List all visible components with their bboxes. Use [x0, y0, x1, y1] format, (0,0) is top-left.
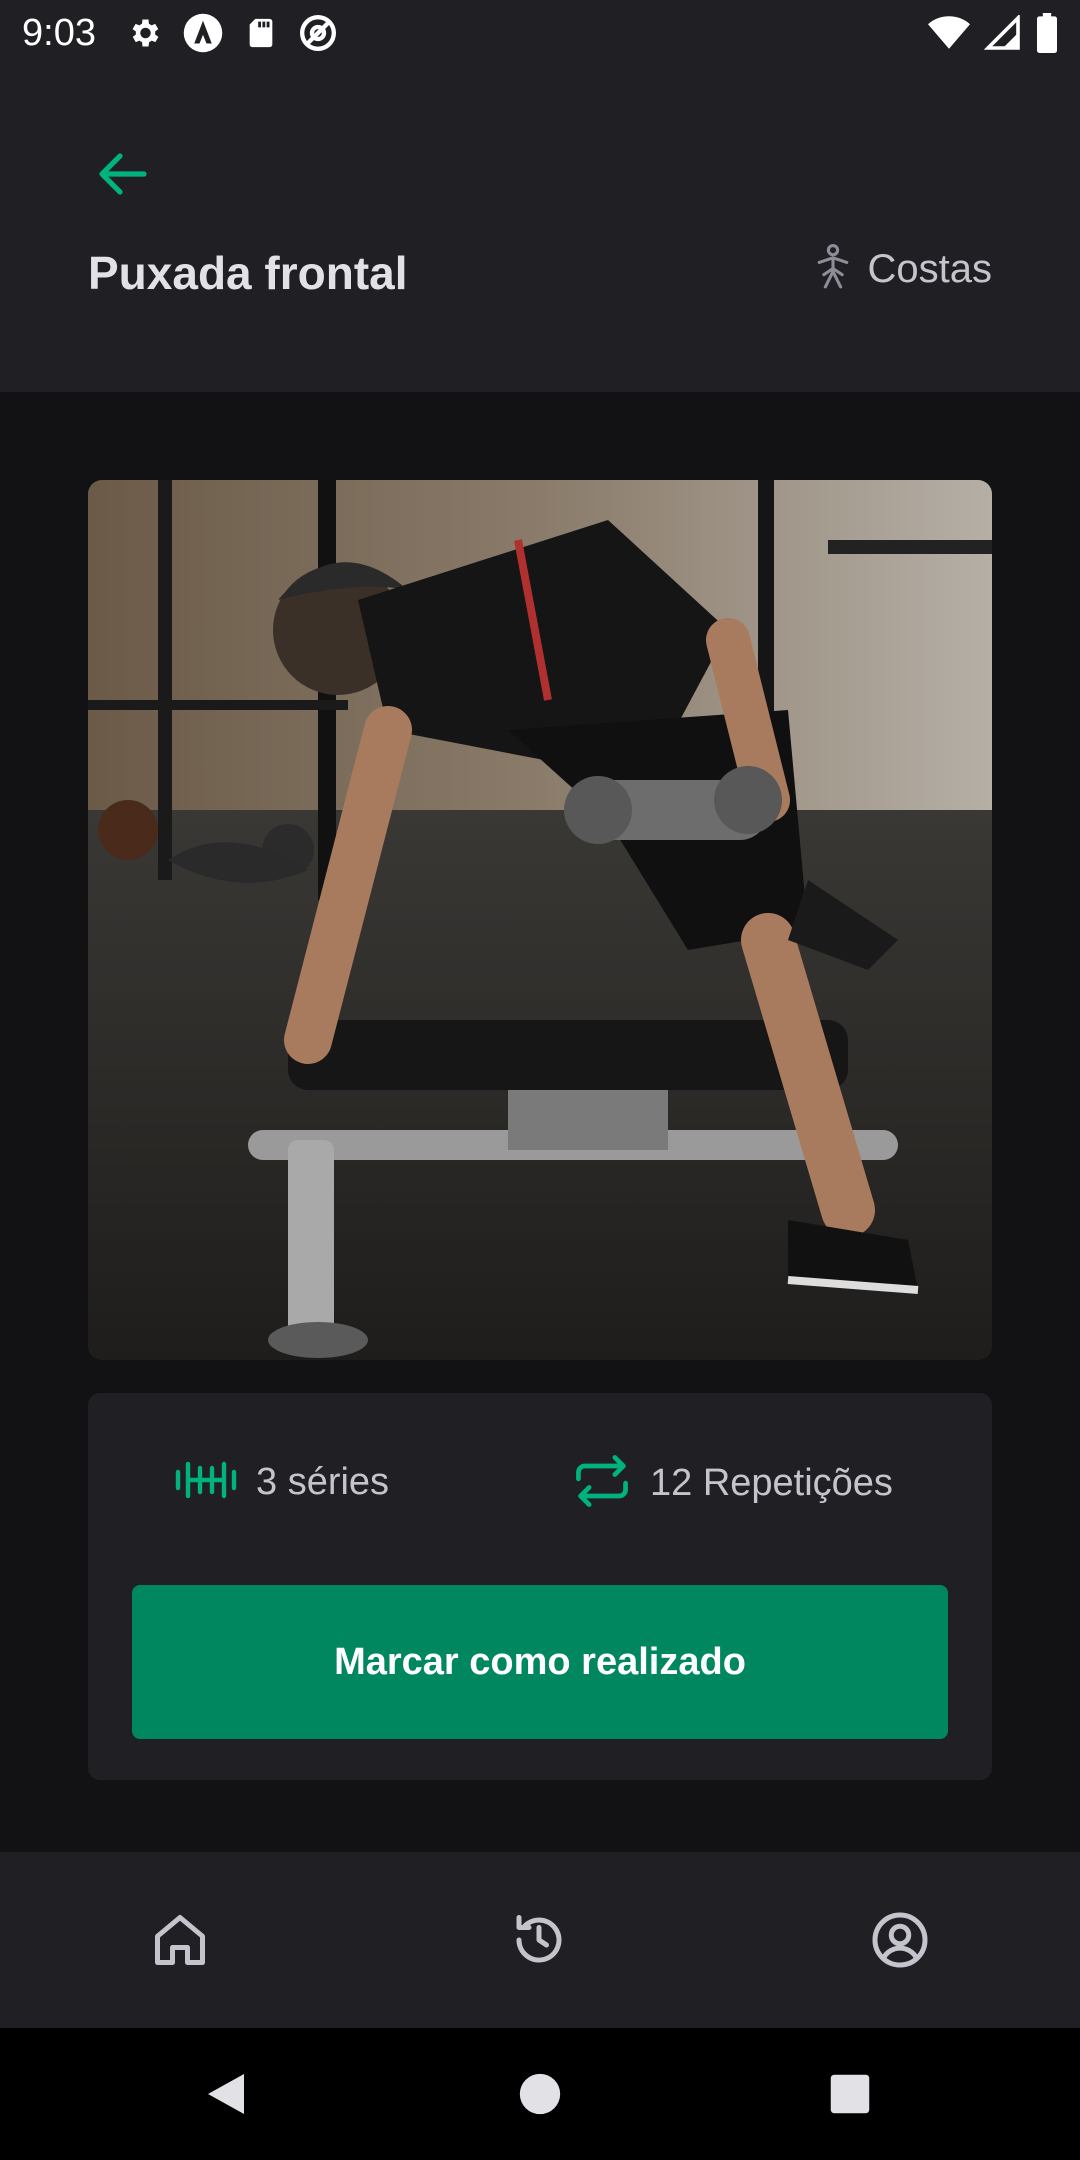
exercise-info-card: 3 séries 12 Repetições Marcar como reali…: [88, 1393, 992, 1780]
dumbbell-icon: [174, 1455, 238, 1510]
back-triangle-icon: [204, 2070, 248, 2123]
status-icons-right: [928, 13, 1058, 53]
repeat-icon: [572, 1455, 632, 1512]
series-label: 3 séries: [256, 1461, 390, 1503]
status-icons-left: [126, 12, 338, 54]
exercise-title: Puxada frontal: [88, 247, 408, 299]
status-time: 9:03: [22, 11, 96, 54]
back-button[interactable]: [88, 142, 156, 210]
exercise-image: [88, 480, 992, 1360]
app-a-icon: [182, 12, 224, 54]
nav-home[interactable]: [148, 1910, 212, 1974]
reps-label: 12 Repetições: [650, 1462, 893, 1504]
muscle-group-label: Costas: [867, 247, 993, 291]
system-nav-bar: [0, 2028, 1080, 2160]
wifi-icon: [928, 15, 970, 51]
system-back-button[interactable]: [196, 2066, 256, 2126]
signal-icon: [984, 15, 1022, 51]
system-home-button[interactable]: [510, 2066, 570, 2126]
at-sign-icon: [298, 13, 338, 53]
exercise-header: Puxada frontal Costas: [0, 66, 1080, 392]
status-bar: 9:03: [0, 0, 1080, 66]
home-circle-icon: [518, 2072, 562, 2121]
nav-history[interactable]: [507, 1910, 571, 1974]
system-recents-button[interactable]: [820, 2066, 880, 2126]
arrow-left-icon: [96, 150, 148, 203]
sd-card-icon: [244, 15, 278, 51]
body-icon: [814, 244, 852, 295]
home-icon: [150, 1910, 210, 1975]
exercise-content: 3 séries 12 Repetições Marcar como reali…: [0, 392, 1080, 1852]
series-info: 3 séries: [174, 1455, 389, 1510]
battery-icon: [1036, 13, 1058, 53]
recents-square-icon: [829, 2073, 871, 2120]
history-icon: [509, 1910, 569, 1975]
muscle-group: Costas: [814, 244, 993, 295]
bottom-nav: [0, 1852, 1080, 2028]
gear-icon: [126, 15, 162, 51]
mark-done-button[interactable]: Marcar como realizado: [132, 1585, 948, 1739]
profile-icon: [870, 1910, 930, 1975]
nav-profile[interactable]: [868, 1910, 932, 1974]
reps-info: 12 Repetições: [572, 1455, 893, 1512]
